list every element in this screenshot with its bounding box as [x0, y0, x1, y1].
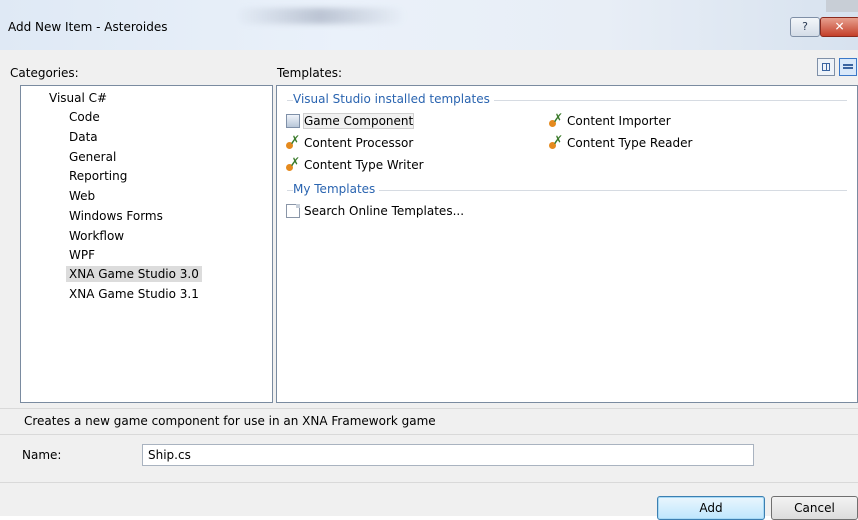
category-workflow[interactable]: Workflow — [66, 228, 127, 244]
template-label: Content Importer — [567, 114, 671, 128]
template-search-online[interactable]: Search Online Templates... — [286, 204, 464, 218]
category-code[interactable]: Code — [66, 109, 103, 125]
close-button[interactable]: ✕ — [820, 17, 858, 37]
name-divider — [0, 434, 858, 435]
template-label: Search Online Templates... — [304, 204, 465, 218]
close-icon: ✕ — [834, 19, 846, 34]
category-wpf[interactable]: WPF — [66, 247, 98, 263]
category-web[interactable]: Web — [66, 188, 98, 204]
title-bar-blur — [235, 8, 405, 24]
template-label: Content Type Writer — [304, 158, 424, 172]
my-templates-header: My Templates — [293, 182, 380, 196]
template-label: Game Component — [302, 113, 415, 129]
template-label: Content Processor — [304, 136, 414, 150]
content-pipeline-icon — [549, 111, 563, 128]
category-xna-31[interactable]: XNA Game Studio 3.1 — [66, 286, 202, 302]
name-label: Name: — [22, 448, 62, 462]
category-windows-forms[interactable]: Windows Forms — [66, 208, 166, 224]
help-icon: ? — [802, 20, 808, 33]
content-pipeline-icon — [286, 155, 300, 172]
category-xna-30[interactable]: XNA Game Studio 3.0 — [66, 266, 202, 282]
title-bar[interactable]: Add New Item - Asteroides ? ✕ — [0, 0, 858, 50]
installed-templates-header: Visual Studio installed templates — [293, 92, 494, 106]
category-data[interactable]: Data — [66, 129, 101, 145]
template-description: Creates a new game component for use in … — [24, 414, 436, 428]
template-content-processor[interactable]: Content Processor — [286, 133, 414, 150]
small-icons-view-button[interactable] — [839, 58, 857, 76]
add-new-item-dialog: Add New Item - Asteroides ? ✕ Categories… — [0, 0, 858, 520]
large-icons-view-button[interactable] — [817, 58, 835, 76]
content-pipeline-icon — [549, 133, 563, 150]
category-visual-csharp[interactable]: Visual C# — [46, 90, 110, 106]
template-content-type-reader[interactable]: Content Type Reader — [549, 133, 693, 150]
templates-label: Templates: — [277, 66, 343, 80]
template-game-component[interactable]: Game Component — [286, 113, 415, 129]
category-reporting[interactable]: Reporting — [66, 168, 130, 184]
template-label: Content Type Reader — [567, 136, 693, 150]
buttons-divider — [0, 482, 858, 483]
name-input[interactable] — [142, 444, 754, 466]
template-content-importer[interactable]: Content Importer — [549, 111, 671, 128]
help-button[interactable]: ? — [790, 17, 820, 37]
title-bar-corner — [826, 0, 858, 12]
categories-label: Categories: — [10, 66, 79, 80]
list-icon — [843, 64, 853, 66]
content-pipeline-icon — [286, 133, 300, 150]
grid-icon — [822, 63, 830, 71]
window-title: Add New Item - Asteroides — [8, 20, 168, 34]
game-component-icon — [286, 114, 300, 128]
category-general[interactable]: General — [66, 149, 119, 165]
templates-list[interactable]: Visual Studio installed templates Game C… — [276, 85, 858, 403]
template-content-type-writer[interactable]: Content Type Writer — [286, 155, 424, 172]
categories-tree[interactable]: Visual C# Code Data General Reporting We… — [20, 85, 273, 403]
description-divider — [0, 408, 858, 409]
cancel-button[interactable]: Cancel — [771, 496, 858, 520]
add-button[interactable]: Add — [657, 496, 765, 520]
online-template-icon — [286, 204, 300, 218]
